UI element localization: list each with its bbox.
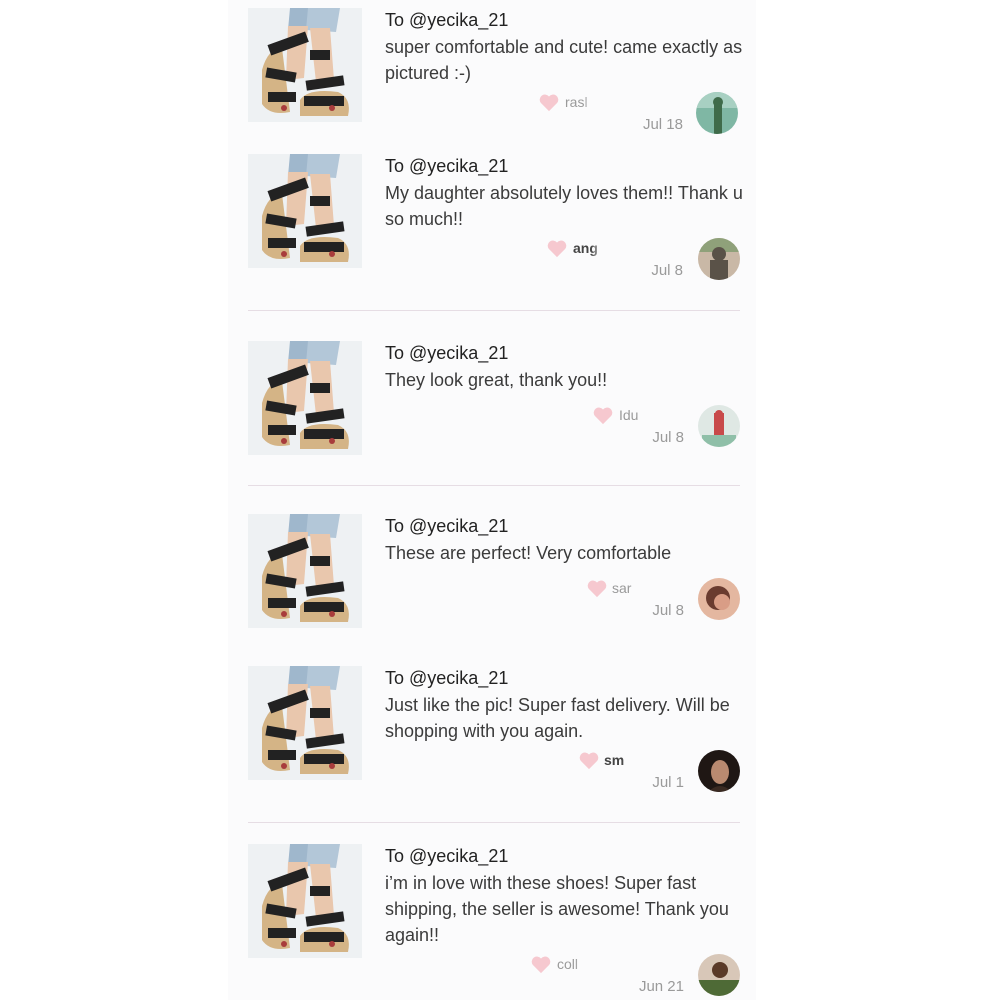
product-thumbnail[interactable] <box>248 514 362 628</box>
sandal-photo <box>248 341 362 455</box>
reviewer-name[interactable]: sm <box>604 752 694 768</box>
recipient-label: To @yecika_21 <box>385 343 509 363</box>
sandal-photo <box>248 154 362 268</box>
reviewer-avatar[interactable] <box>698 750 740 792</box>
sandal-photo <box>248 844 362 958</box>
sandal-photo <box>248 8 362 122</box>
review-text: These are perfect! Very comfortable <box>385 543 672 563</box>
reviewer-avatar[interactable] <box>698 578 740 620</box>
recipient-label: To @yecika_21 <box>385 516 509 536</box>
review-list[interactable]: To @yecika_21 super comfortable and cute… <box>228 0 756 1000</box>
heart-icon[interactable] <box>530 954 552 974</box>
reviewer-name[interactable]: Idu <box>619 407 709 423</box>
heart-icon[interactable] <box>578 750 600 770</box>
heart-icon[interactable] <box>538 92 560 112</box>
review-text: Just like the pic! Super fast delivery. … <box>385 695 730 741</box>
reviewer-name[interactable]: ang <box>573 240 663 256</box>
product-thumbnail[interactable] <box>248 341 362 455</box>
review-card[interactable]: To @yecika_21 i’m in love with these sho… <box>228 836 756 1000</box>
reviewer-avatar[interactable] <box>696 92 738 134</box>
reviewer-avatar[interactable] <box>698 405 740 447</box>
review-date: Jul 8 <box>652 602 684 619</box>
divider <box>248 310 740 311</box>
reviewer-name[interactable]: sar <box>612 580 702 596</box>
product-thumbnail[interactable] <box>248 8 362 122</box>
divider <box>248 822 740 823</box>
review-card[interactable]: To @yecika_21 Just like the pic! Super f… <box>228 658 756 823</box>
divider <box>248 485 740 486</box>
reviewer-avatar[interactable] <box>698 238 740 280</box>
recipient-label: To @yecika_21 <box>385 156 509 176</box>
review-date: Jul 1 <box>652 774 684 791</box>
recipient-label: To @yecika_21 <box>385 668 509 688</box>
review-text: super comfortable and cute! came exactly… <box>385 37 743 83</box>
review-text: They look great, thank you!! <box>385 370 608 390</box>
review-date: Jul 18 <box>642 116 683 133</box>
heart-icon[interactable] <box>546 238 568 258</box>
recipient-label: To @yecika_21 <box>385 846 509 866</box>
screen: To @yecika_21 super comfortable and cute… <box>0 0 1000 1000</box>
reviewer-avatar[interactable] <box>698 954 740 996</box>
review-card[interactable]: To @yecika_21 They look great, thank you… <box>228 333 756 486</box>
review-card[interactable]: To @yecika_21 These are perfect! Very co… <box>228 506 756 648</box>
reviewer-name[interactable]: rasl <box>565 94 655 110</box>
recipient-label: To @yecika_21 <box>385 10 509 30</box>
review-text: i’m in love with these shoes! Super fast… <box>385 873 729 945</box>
heart-icon[interactable] <box>592 405 614 425</box>
product-thumbnail[interactable] <box>248 666 362 780</box>
review-card[interactable]: To @yecika_21 My daughter absolutely lov… <box>228 146 756 311</box>
product-thumbnail[interactable] <box>248 154 362 268</box>
review-date: Jul 8 <box>651 262 683 279</box>
review-card[interactable]: To @yecika_21 super comfortable and cute… <box>228 0 756 146</box>
sandal-photo <box>248 666 362 780</box>
reviewer-name[interactable]: coll <box>557 956 647 972</box>
review-date: Jun 21 <box>638 978 684 995</box>
review-text: My daughter absolutely loves them!! Than… <box>385 183 743 229</box>
sandal-photo <box>248 514 362 628</box>
heart-icon[interactable] <box>586 578 608 598</box>
review-date: Jul 8 <box>652 429 684 446</box>
product-thumbnail[interactable] <box>248 844 362 958</box>
